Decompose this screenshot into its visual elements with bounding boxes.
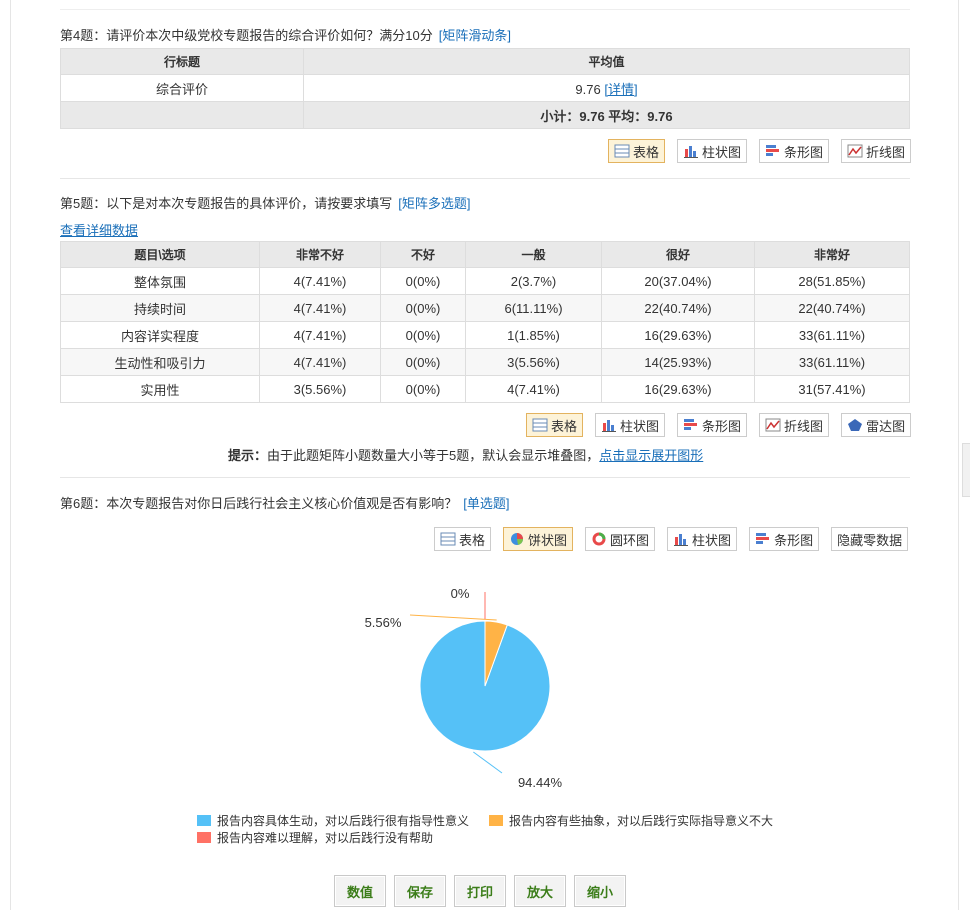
legend-label: 报告内容具体生动，对以后践行很有指导性意义 xyxy=(217,814,470,828)
legend-swatch xyxy=(197,832,211,843)
pie-data-label-0: 94.44% xyxy=(518,775,563,790)
zoom-in-button[interactable]: 放大 xyxy=(514,875,566,907)
value-button[interactable]: 数值 xyxy=(334,875,386,907)
legend-label: 报告内容难以理解，对以后践行没有帮助 xyxy=(217,831,434,845)
save-button-label: 保存 xyxy=(395,876,445,906)
legend-label: 报告内容有些抽象，对以后践行实际指导意义不大 xyxy=(509,814,774,828)
pie-leader-line-1 xyxy=(409,614,497,621)
legend-item-0[interactable]: 报告内容具体生动，对以后践行很有指导性意义 xyxy=(197,812,469,829)
pie-leader-line-0 xyxy=(473,751,503,774)
legend-item-1[interactable]: 报告内容有些抽象，对以后践行实际指导意义不大 xyxy=(489,812,773,829)
print-button-label: 打印 xyxy=(455,876,505,906)
legend-swatch xyxy=(197,815,211,826)
legend-swatch xyxy=(489,815,503,826)
pie-data-label-2: 0% xyxy=(451,586,470,601)
save-button[interactable]: 保存 xyxy=(394,875,446,907)
q6-pie-chart: 94.44% 5.56% 0% xyxy=(365,586,563,790)
value-button-label: 数值 xyxy=(335,876,385,906)
zoom-out-button[interactable]: 缩小 xyxy=(574,875,626,907)
zoom-out-button-label: 缩小 xyxy=(575,876,625,906)
print-button[interactable]: 打印 xyxy=(454,875,506,907)
legend-item-2[interactable]: 报告内容难以理解，对以后践行没有帮助 xyxy=(197,829,433,846)
zoom-in-button-label: 放大 xyxy=(515,876,565,906)
pie-data-label-1: 5.56% xyxy=(365,615,402,630)
